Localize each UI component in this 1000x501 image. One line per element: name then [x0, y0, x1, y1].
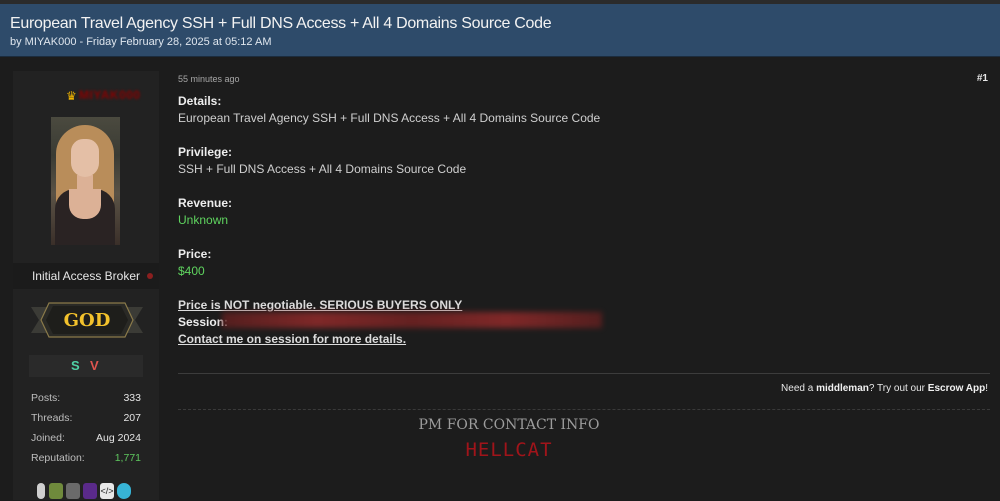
post-time[interactable]: 55 minutes ago [178, 74, 240, 84]
revenue-label: Revenue: [178, 196, 233, 210]
author-username[interactable]: MIYAK000 [79, 88, 141, 102]
details-value: European Travel Agency SSH + Full DNS Ac… [178, 111, 601, 125]
post-number[interactable]: #1 [977, 73, 988, 84]
status-dot-icon [147, 273, 153, 279]
award-icon-1[interactable] [37, 483, 45, 499]
session-label: Session: [178, 315, 229, 329]
tag-v: V [90, 358, 99, 373]
privilege-label: Privilege: [178, 145, 233, 159]
rank-bar: Initial Access Broker [13, 263, 159, 289]
thread-title: European Travel Agency SSH + Full DNS Ac… [10, 15, 552, 32]
stat-reputation: Reputation: 1,771 [31, 452, 141, 464]
privilege-value: SSH + Full DNS Access + All 4 Domains So… [178, 162, 467, 176]
rank-label: Initial Access Broker [31, 269, 141, 283]
post-divider [178, 373, 990, 374]
stat-joined: Joined: Aug 2024 [31, 432, 141, 444]
stat-posts: Posts: 333 [31, 392, 141, 404]
god-badge-label: GOD [63, 310, 111, 331]
author-sidebar: ♛ MIYAK000 Initial Access Broker GOD S V… [13, 71, 159, 500]
user-tags: S V [29, 355, 143, 377]
award-icons: </> [37, 483, 147, 501]
escrow-notice: Need a middleman? Try out our Escrow App… [781, 383, 988, 394]
escrow-app-link[interactable]: Escrow App [928, 383, 985, 394]
crown-icon: ♛ [66, 89, 77, 103]
price-value: $400 [178, 264, 205, 278]
signature-name: HELLCAT [465, 439, 553, 461]
signature-line: PM FOR CONTACT INFO [418, 417, 600, 433]
details-label: Details: [178, 94, 222, 108]
thread-meta: by MIYAK000 - Friday February 28, 2025 a… [10, 36, 272, 48]
code-icon[interactable]: </> [100, 483, 114, 499]
revenue-value: Unknown [178, 213, 229, 227]
post-body: 55 minutes ago #1 Details: European Trav… [178, 71, 990, 500]
god-badge: GOD [31, 299, 143, 341]
award-icon-6[interactable] [117, 483, 131, 499]
contact-notice: Contact me on session for more details. [178, 332, 407, 346]
reputation-value[interactable]: 1,771 [115, 452, 141, 464]
session-id-redacted [222, 312, 602, 328]
signature-divider [178, 409, 990, 410]
thread-header: European Travel Agency SSH + Full DNS Ac… [0, 4, 1000, 57]
middleman-link[interactable]: middleman [816, 383, 869, 394]
price-label: Price: [178, 247, 212, 261]
stat-threads: Threads: 207 [31, 412, 141, 424]
negotiable-notice: Price is NOT negotiable. SERIOUS BUYERS … [178, 298, 463, 312]
award-icon-2[interactable] [49, 483, 63, 499]
avatar[interactable] [51, 117, 120, 245]
tag-s: S [71, 358, 80, 373]
award-icon-3[interactable] [66, 483, 80, 499]
award-icon-4[interactable] [83, 483, 97, 499]
author-stats: Posts: 333 Threads: 207 Joined: Aug 2024… [31, 392, 141, 472]
